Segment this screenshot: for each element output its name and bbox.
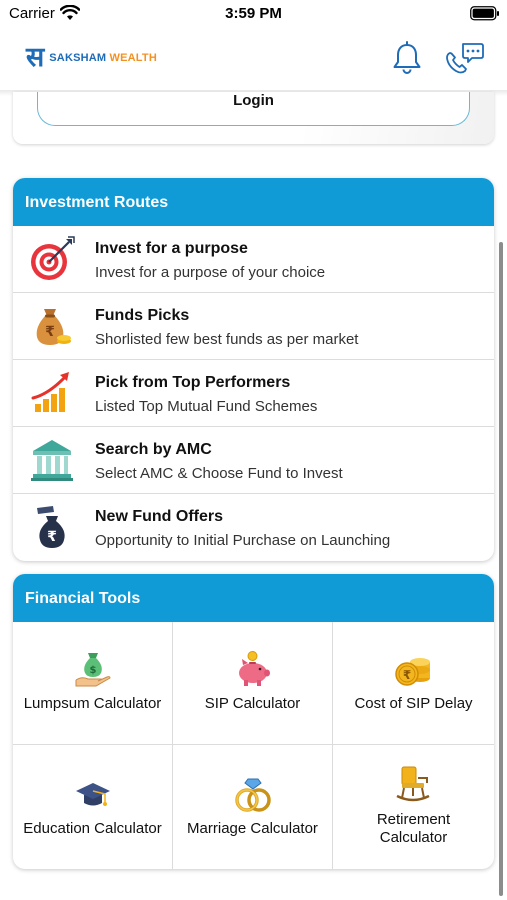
tool-sip-calculator[interactable]: SIP Calculator (173, 622, 333, 745)
tool-retirement-calculator[interactable]: Retirement Calculator (333, 745, 494, 869)
saksham-wealth-logo[interactable]: स SAKSHAM WEALTH (26, 44, 157, 71)
tool-marriage-calculator[interactable]: Marriage Calculator (173, 745, 333, 869)
route-title: Invest for a purpose (95, 240, 248, 257)
route-subtitle: Select AMC & Choose Fund to Invest (95, 465, 343, 482)
status-bar: Carrier 3:59 PM (0, 0, 507, 30)
financial-tools-card: Financial Tools $ Lumpsum Calculator SIP… (13, 574, 494, 869)
svg-text:₹: ₹ (45, 324, 55, 340)
tool-lumpsum-calculator[interactable]: $ Lumpsum Calculator (13, 622, 173, 745)
svg-text:₹: ₹ (47, 529, 57, 545)
logo-text: SAKSHAM WEALTH (49, 51, 157, 64)
svg-text:$: $ (90, 665, 97, 676)
tool-label: Lumpsum Calculator (23, 695, 162, 712)
status-time: 3:59 PM (225, 5, 282, 22)
app-header: स SAKSHAM WEALTH (0, 30, 507, 90)
battery-icon (470, 6, 499, 21)
route-title: Search by AMC (95, 441, 212, 458)
investment-routes-card: Investment Routes Invest for a purpose I… (13, 178, 494, 561)
bell-icon[interactable] (391, 41, 423, 75)
tool-label: Retirement Calculator (376, 811, 451, 846)
route-title: Funds Picks (95, 307, 190, 324)
route-subtitle: Opportunity to Initial Purchase on Launc… (95, 532, 391, 549)
rocking-chair-icon (396, 766, 430, 802)
coins-icon: ₹ (395, 658, 430, 686)
route-top-performers[interactable]: Pick from Top Performers Listed Top Mutu… (13, 360, 494, 427)
rings-icon (235, 778, 271, 812)
route-subtitle: Shorlisted few best funds as per market (95, 331, 359, 348)
tools-grid: $ Lumpsum Calculator SIP Calculator ₹ Co… (13, 622, 494, 869)
route-title: New Fund Offers (95, 508, 224, 525)
investment-routes-header: Investment Routes (13, 178, 494, 226)
route-new-fund-offers[interactable]: ₹ New Fund Offers Opportunity to Initial… (13, 494, 494, 561)
tool-label: Education Calculator (23, 820, 162, 837)
growth-chart-icon (31, 372, 69, 412)
tool-education-calculator[interactable]: Education Calculator (13, 745, 173, 869)
route-subtitle: Invest for a purpose of your choice (95, 264, 326, 281)
money-hand-icon: $ (75, 653, 111, 687)
tool-label: Cost of SIP Delay (354, 695, 473, 712)
route-subtitle: Listed Top Mutual Fund Schemes (95, 398, 318, 415)
bank-icon (31, 440, 73, 481)
target-icon (31, 236, 75, 280)
tool-cost-of-sip-delay[interactable]: ₹ Cost of SIP Delay (333, 622, 494, 745)
tool-label: Marriage Calculator (187, 820, 318, 837)
financial-tools-header: Financial Tools (13, 574, 494, 622)
graduation-cap-icon (76, 783, 110, 806)
login-card: Login (13, 92, 494, 144)
login-button[interactable]: Login (37, 92, 470, 126)
piggy-bank-icon (239, 651, 270, 686)
route-funds-picks[interactable]: ₹ Funds Picks Shorlisted few best funds … (13, 293, 494, 360)
route-title: Pick from Top Performers (95, 374, 291, 391)
money-bag-icon: ₹ (36, 309, 71, 345)
support-chat-icon[interactable] (444, 40, 484, 76)
rupee-bag-icon: ₹ (37, 506, 65, 548)
logo-mark: स (26, 42, 45, 73)
svg-text:₹: ₹ (403, 668, 411, 682)
tool-label: SIP Calculator (204, 695, 301, 712)
scroll-indicator[interactable] (499, 242, 503, 896)
route-search-by-amc[interactable]: Search by AMC Select AMC & Choose Fund t… (13, 427, 494, 494)
route-invest-for-purpose[interactable]: Invest for a purpose Invest for a purpos… (13, 226, 494, 293)
